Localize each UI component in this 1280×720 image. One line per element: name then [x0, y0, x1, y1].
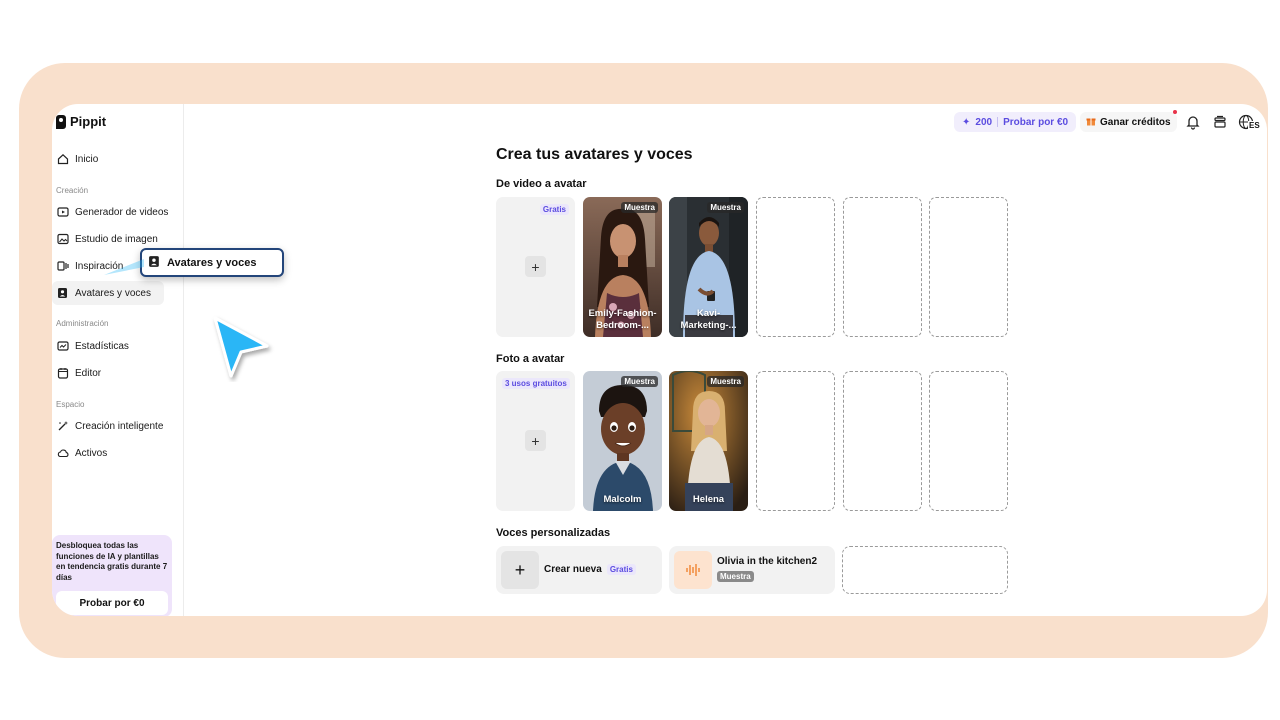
section-title-video: De video a avatar	[496, 178, 587, 190]
sidebar-item-editor[interactable]: Editor	[52, 361, 164, 385]
bell-icon[interactable]	[1185, 114, 1201, 130]
pippit-logo-icon	[56, 114, 66, 129]
promo-text: Desbloquea todas las funciones de IA y p…	[56, 541, 168, 582]
gift-icon	[1086, 116, 1096, 129]
sample-badge: Muestra	[707, 202, 744, 213]
sidebar: Pippit Inicio Creación Generador de vide…	[52, 104, 184, 616]
tooltip-label: Avatares y voces	[167, 256, 257, 269]
sample-badge: Muestra	[717, 571, 754, 582]
sidebar-item-label: Creación inteligente	[75, 420, 164, 432]
section-label-space: Espacio	[56, 400, 85, 409]
earn-credits-label: Ganar créditos	[1100, 116, 1171, 128]
avatar-icon	[57, 287, 69, 299]
avatar-name: Kavi-Marketing-...	[680, 308, 737, 331]
voice-name: Olivia in the kitchen2	[717, 556, 818, 567]
empty-avatar-slot	[756, 371, 835, 511]
pointer-cursor-icon	[205, 310, 275, 387]
empty-avatar-slot	[756, 197, 835, 337]
notification-dot	[1173, 110, 1177, 114]
sample-avatar-card-kavi[interactable]: Muestra Kavi-Marketing-...	[669, 197, 748, 337]
logo-text: Pippit	[70, 114, 107, 129]
empty-voice-slot	[842, 546, 1008, 594]
section-title-photo: Foto a avatar	[496, 353, 565, 365]
magic-wand-icon	[57, 420, 69, 432]
sidebar-item-label: Avatares y voces	[75, 287, 151, 299]
sidebar-item-label: Editor	[75, 367, 102, 379]
sidebar-item-smart-creation[interactable]: Creación inteligente	[52, 414, 164, 438]
free-badge: Gratis	[606, 564, 636, 575]
earn-credits-button[interactable]: Ganar créditos	[1080, 112, 1177, 132]
empty-avatar-slot	[843, 197, 922, 337]
stack-icon[interactable]	[1212, 114, 1228, 130]
free-badge: Gratis	[539, 204, 569, 215]
sidebar-item-label: Estudio de imagen	[75, 233, 158, 245]
sample-badge: Muestra	[621, 376, 658, 387]
sidebar-item-stats[interactable]: Estadísticas	[52, 334, 164, 358]
sample-avatar-card-emily[interactable]: Muestra Emily-Fashion-Bedroom-...	[583, 197, 662, 337]
waveform-icon	[674, 551, 712, 589]
sidebar-item-assets[interactable]: Activos	[52, 441, 164, 465]
sidebar-item-label: Estadísticas	[75, 340, 129, 352]
tooltip-pointer	[104, 259, 144, 275]
avatars-voices-tooltip: Avatares y voces	[140, 248, 284, 277]
promo-try-button[interactable]: Probar por €0	[56, 591, 168, 615]
add-photo-avatar-card[interactable]: 3 usos gratuitos +	[496, 371, 575, 511]
empty-avatar-slot	[929, 197, 1008, 337]
avatar-photo-helena	[669, 371, 748, 511]
image-icon	[57, 233, 69, 245]
free-uses-badge: 3 usos gratuitos	[502, 378, 570, 389]
inspiration-icon	[57, 260, 69, 272]
sidebar-item-video-generator[interactable]: Generador de videos	[52, 200, 168, 224]
sample-badge: Muestra	[621, 202, 658, 213]
sidebar-item-home[interactable]: Inicio	[52, 147, 164, 171]
avatar-icon	[148, 255, 161, 271]
section-label-admin: Administración	[56, 319, 109, 328]
empty-avatar-slot	[843, 371, 922, 511]
sample-voice-card[interactable]: Olivia in the kitchen2 Muestra	[669, 546, 835, 594]
try-button-label: Probar por €0	[1003, 116, 1069, 128]
credits-pill[interactable]: ✦ 200 Probar por €0	[954, 112, 1077, 132]
empty-avatar-slot	[929, 371, 1008, 511]
avatar-photo-malcolm	[583, 371, 662, 511]
calendar-icon	[57, 367, 69, 379]
create-voice-card[interactable]: + Crear nueva Gratis	[496, 546, 662, 594]
avatar-name: Malcolm	[603, 494, 642, 505]
sparkle-icon: ✦	[962, 116, 971, 128]
cloud-icon	[57, 447, 69, 459]
create-voice-text: Crear nueva Gratis	[544, 564, 636, 575]
avatar-name: Helena	[692, 494, 725, 505]
sample-avatar-card-helena[interactable]: Muestra Helena	[669, 371, 748, 511]
language-code: ES	[1248, 121, 1261, 130]
sidebar-item-label: Generador de videos	[75, 206, 169, 218]
sample-badge: Muestra	[707, 376, 744, 387]
home-icon	[57, 153, 69, 165]
sidebar-item-label: Inicio	[75, 153, 99, 165]
create-voice-label: Crear nueva	[544, 564, 602, 575]
chart-icon	[57, 340, 69, 352]
plus-icon: +	[525, 430, 546, 451]
plus-icon: +	[525, 256, 546, 277]
avatar-name: Emily-Fashion-Bedroom-...	[588, 308, 657, 331]
page-title: Crea tus avatares y voces	[496, 146, 693, 163]
promo-card: Desbloquea todas las funciones de IA y p…	[52, 535, 172, 616]
section-title-voices: Voces personalizadas	[496, 527, 611, 539]
divider	[997, 117, 999, 127]
video-plus-icon	[57, 206, 69, 218]
plus-icon: +	[501, 551, 539, 589]
section-label-creation: Creación	[56, 186, 89, 195]
sample-avatar-card-malcolm[interactable]: Muestra Malcolm	[583, 371, 662, 511]
logo[interactable]: Pippit	[56, 114, 106, 129]
language-globe-icon[interactable]: ES	[1238, 114, 1262, 130]
credits-count: 200	[975, 116, 993, 128]
sidebar-item-label: Activos	[75, 447, 108, 459]
add-video-avatar-card[interactable]: Gratis +	[496, 197, 575, 337]
sidebar-item-avatars-voices[interactable]: Avatares y voces	[52, 281, 164, 305]
